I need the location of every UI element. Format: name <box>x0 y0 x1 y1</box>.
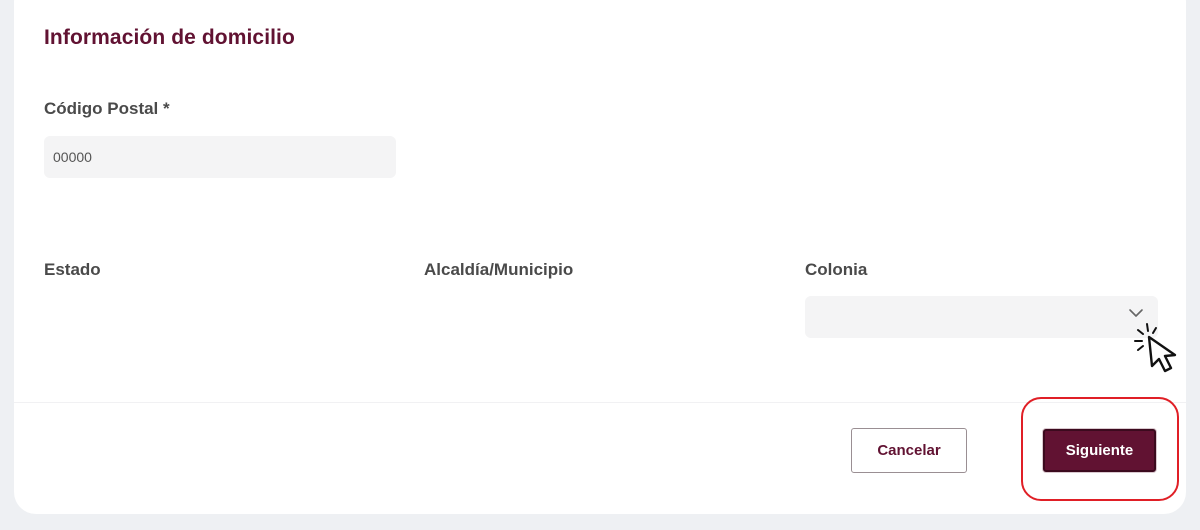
colonia-label: Colonia <box>805 260 868 279</box>
section-title: Información de domicilio <box>44 26 295 49</box>
codigo-postal-input[interactable] <box>44 136 396 178</box>
cancel-button[interactable]: Cancelar <box>851 428 967 473</box>
estado-label: Estado <box>44 260 101 279</box>
colonia-select[interactable] <box>805 296 1158 338</box>
alcaldia-municipio-label: Alcaldía/Municipio <box>424 260 574 279</box>
footer-divider <box>14 402 1186 403</box>
form-card <box>14 0 1186 514</box>
next-button[interactable]: Siguiente <box>1043 429 1156 472</box>
chevron-down-icon <box>1129 309 1143 317</box>
codigo-postal-label: Código Postal * <box>44 99 170 118</box>
